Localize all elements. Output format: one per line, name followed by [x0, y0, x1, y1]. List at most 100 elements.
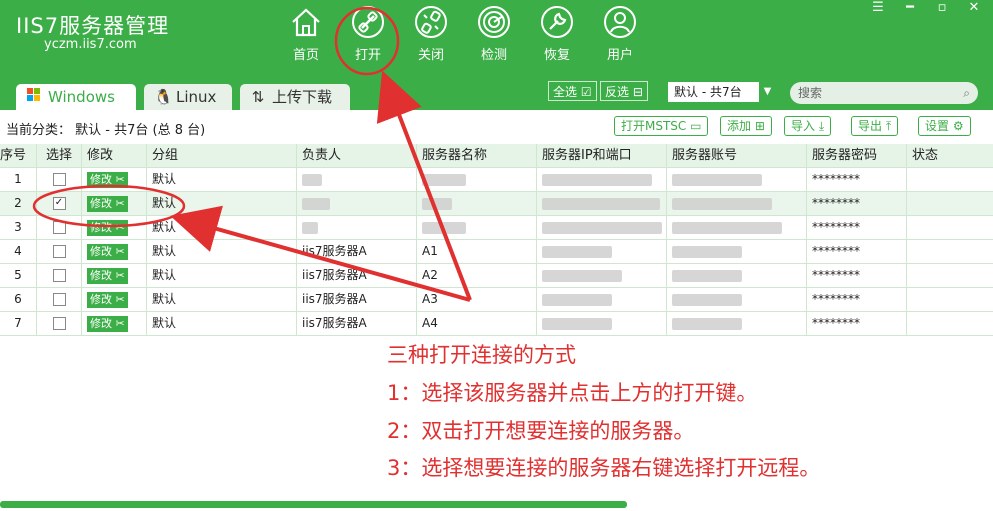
nav-restore-button[interactable]: 恢复	[527, 4, 587, 63]
nav-open-button[interactable]: 打开	[338, 4, 398, 63]
row-edit-cell: 修改 ✂	[82, 312, 147, 335]
row-password: ********	[807, 168, 907, 191]
row-checkbox[interactable]	[52, 269, 66, 282]
redacted-block	[672, 245, 742, 258]
add-button[interactable]: 添加 ⊞	[720, 116, 772, 136]
export-button[interactable]: 导出 ⤒	[851, 116, 899, 136]
group-select[interactable]: 默认 - 共7台 ▼	[668, 82, 776, 102]
menu-icon[interactable]: ☰	[867, 0, 889, 15]
col-no[interactable]: 序号	[0, 144, 37, 167]
home-icon	[292, 8, 320, 37]
edit-button[interactable]: 修改 ✂	[87, 243, 128, 260]
edit-button[interactable]: 修改 ✂	[87, 219, 128, 236]
row-server-ip	[537, 240, 667, 263]
row-number: 7	[0, 312, 37, 335]
row-checkbox[interactable]	[52, 317, 66, 330]
radar-icon	[478, 6, 510, 38]
transfer-icon: ⇅	[251, 88, 265, 106]
row-checkbox[interactable]	[52, 245, 66, 258]
row-status	[907, 312, 993, 335]
wrench-icon	[541, 6, 573, 38]
row-password: ********	[807, 240, 907, 263]
edit-button[interactable]: 修改 ✂	[87, 267, 128, 284]
row-checkbox[interactable]	[52, 221, 66, 234]
edit-label: 修改	[90, 244, 112, 258]
col-password[interactable]: 服务器密码	[807, 144, 907, 167]
table-row[interactable]: 7 修改 ✂ 默认 iis7服务器A A4 ********	[0, 312, 993, 336]
redacted-block	[672, 173, 762, 186]
edit-button[interactable]: 修改 ✂	[87, 315, 128, 332]
col-server-name[interactable]: 服务器名称	[417, 144, 537, 167]
edit-button[interactable]: 修改 ✂	[87, 171, 128, 188]
row-status	[907, 240, 993, 263]
minimize-icon[interactable]: ━	[899, 0, 921, 15]
row-number: 5	[0, 264, 37, 287]
row-account	[667, 192, 807, 215]
nav-close-label: 关闭	[417, 48, 444, 63]
gear-icon: ⚙	[952, 119, 964, 133]
nav-user-button[interactable]: 用户	[590, 4, 650, 63]
table-row[interactable]: 3 修改 ✂ 默认 ********	[0, 216, 993, 240]
import-button[interactable]: 导入 ⤓	[784, 116, 832, 136]
row-account	[667, 168, 807, 191]
user-icon	[604, 6, 636, 38]
annotation-step-2: 2：双击打开想要连接的服务器。	[387, 419, 695, 443]
table-row[interactable]: 1 修改 ✂ 默认 ********	[0, 168, 993, 192]
redacted-block	[672, 293, 742, 306]
col-owner[interactable]: 负责人	[297, 144, 417, 167]
row-password: ********	[807, 264, 907, 287]
row-server-ip	[537, 288, 667, 311]
table-row[interactable]: 4 修改 ✂ 默认 iis7服务器A A1 ********	[0, 240, 993, 264]
nav-detect-button[interactable]: 检测	[464, 4, 524, 63]
col-server-ip[interactable]: 服务器IP和端口	[537, 144, 667, 167]
chevron-down-icon: ▼	[758, 82, 776, 102]
row-select-cell: ✓	[37, 192, 82, 215]
col-select[interactable]: 选择	[37, 144, 82, 167]
redacted-block	[672, 221, 782, 234]
row-owner	[297, 216, 417, 239]
select-all-button[interactable]: 全选 ☑	[548, 81, 597, 101]
nav-detect-label: 检测	[480, 48, 507, 63]
nav-home-button[interactable]: 首页	[276, 4, 336, 63]
col-edit[interactable]: 修改	[82, 144, 147, 167]
tab-windows[interactable]: Windows	[16, 84, 136, 110]
row-server-ip	[537, 312, 667, 335]
settings-button[interactable]: 设置 ⚙	[918, 116, 971, 136]
row-checkbox[interactable]	[52, 173, 66, 186]
open-mstsc-button[interactable]: 打开MSTSC ▭	[614, 116, 709, 136]
col-group[interactable]: 分组	[147, 144, 297, 167]
app-title: IIS7服务器管理	[16, 14, 170, 38]
col-account[interactable]: 服务器账号	[667, 144, 807, 167]
maximize-icon[interactable]: ▫	[931, 0, 953, 15]
redacted-block	[302, 197, 330, 210]
app-brand: IIS7服务器管理 yczm.iis7.com	[16, 14, 169, 52]
row-checkbox[interactable]: ✓	[52, 197, 66, 210]
linux-icon: 🐧	[154, 88, 173, 106]
table-row[interactable]: 6 修改 ✂ 默认 iis7服务器A A3 ********	[0, 288, 993, 312]
table-row[interactable]: 5 修改 ✂ 默认 iis7服务器A A2 ********	[0, 264, 993, 288]
tools-icon: ✂	[112, 172, 125, 186]
row-owner: iis7服务器A	[297, 264, 417, 287]
row-account	[667, 264, 807, 287]
row-status	[907, 192, 993, 215]
edit-label: 修改	[90, 196, 112, 210]
invert-selection-button[interactable]: 反选 ⊟	[600, 81, 648, 101]
monitor-icon: ▭	[690, 119, 702, 133]
nav-close-button[interactable]: 关闭	[401, 4, 461, 63]
table-row[interactable]: 2 ✓ 修改 ✂ 默认 ********	[0, 192, 993, 216]
close-icon[interactable]: ✕	[963, 0, 985, 15]
search-input[interactable]: 搜索 ⌕	[790, 82, 978, 104]
row-select-cell	[37, 240, 82, 263]
edit-button[interactable]: 修改 ✂	[87, 291, 128, 308]
row-owner: iis7服务器A	[297, 312, 417, 335]
edit-button[interactable]: 修改 ✂	[87, 195, 128, 212]
row-status	[907, 264, 993, 287]
tab-linux[interactable]: 🐧 Linux	[144, 84, 232, 110]
row-owner: iis7服务器A	[297, 288, 417, 311]
col-status[interactable]: 状态	[907, 144, 993, 167]
annotation-step-1: 1：选择该服务器并点击上方的打开键。	[387, 381, 758, 405]
unlink-icon	[415, 6, 447, 38]
row-checkbox[interactable]	[52, 293, 66, 306]
tab-transfer[interactable]: ⇅ 上传下载	[240, 84, 350, 110]
row-edit-cell: 修改 ✂	[82, 264, 147, 287]
